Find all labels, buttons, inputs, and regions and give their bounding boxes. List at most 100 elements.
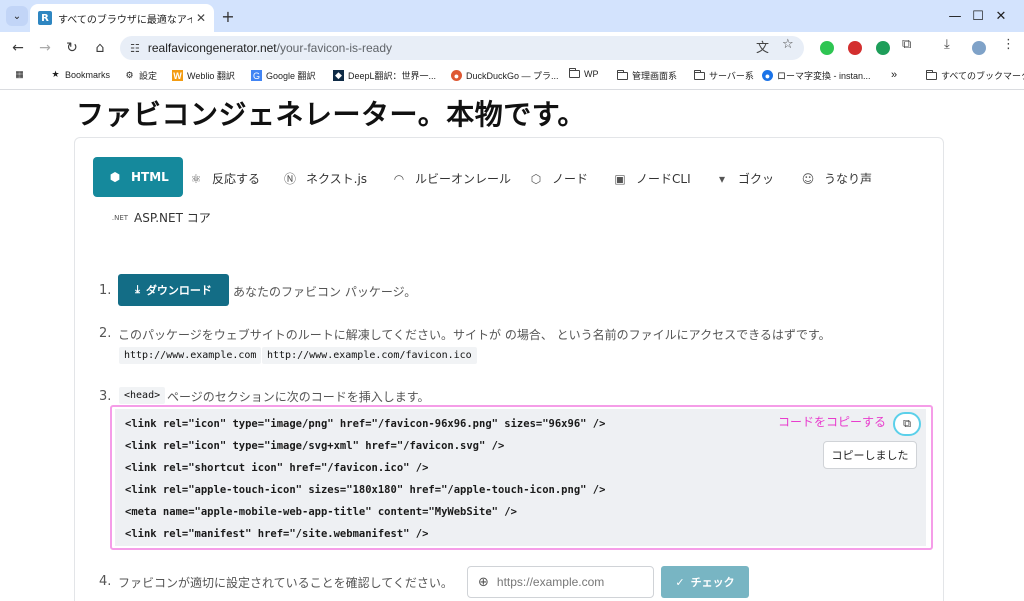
head-tag-code: <head> — [119, 387, 166, 404]
browser-tab[interactable]: R すべてのブラウザに最適なアイコンを ✕ — [30, 4, 214, 32]
copy-icon: ⧉ — [903, 417, 911, 430]
html5-icon: ⬢ — [109, 170, 121, 184]
back-button[interactable]: ← — [8, 38, 28, 58]
tab-gulp[interactable]: ▾ ゴクッ — [714, 170, 774, 187]
tab-node-cli[interactable]: ▣ ノードCLI — [612, 170, 690, 187]
step-4-text: ファビコンが適切に設定されていることを確認してください。 — [118, 576, 453, 590]
tab-aspnet[interactable]: .NET ASP.NET コア — [110, 209, 211, 226]
step-2-number: 2. — [99, 326, 112, 341]
bookmark-item[interactable]: ● ローマ字変換 - instan... — [762, 69, 871, 82]
step-4-number: 4. — [99, 574, 112, 589]
step-3-text: ページのセクションに次のコードを挿入します。 — [167, 390, 430, 404]
romaji-icon: ● — [762, 70, 773, 81]
bookmarks-bar: ▦ ★ Bookmarks ⚙ 設定 W Weblio 翻訳 G Google 翻訳 ◆… — [0, 64, 1024, 90]
bookmark-item[interactable]: ● DuckDuckGo — プラ... — [451, 69, 559, 82]
all-bookmarks-folder[interactable]: すべてのブックマーク — [926, 69, 1024, 82]
translate-icon[interactable]: 文 — [756, 37, 769, 56]
url-text: realfavicongenerator.net/your-favicon-is… — [148, 41, 392, 55]
copy-annotation: コードをコピーする — [778, 415, 887, 429]
dotnet-icon: .NET — [111, 213, 129, 222]
example-url-code: http://www.example.com — [119, 347, 262, 364]
title-bar: ⌄ R すべてのブラウザに最適なアイコンを ✕ + — ☐ ✕ — [0, 0, 1024, 32]
step-3-number: 3. — [99, 389, 112, 404]
tab-react[interactable]: ⚛ 反応する — [188, 170, 260, 187]
bookmark-item[interactable]: ◆ DeepL翻訳：世界一... — [333, 69, 436, 82]
code-line: <link rel="icon" type="image/png" href="… — [125, 418, 606, 430]
gulp-icon: ▾ — [718, 171, 726, 186]
deepl-icon: ◆ — [333, 70, 344, 81]
tab-favicon-icon: R — [38, 11, 52, 25]
tab-grunt[interactable]: ☺ うなり声 — [800, 170, 872, 187]
url-domain: realfavicongenerator.net — [147, 41, 277, 55]
bookmark-item[interactable]: G Google 翻訳 — [251, 69, 316, 82]
code-line: <meta name="apple-mobile-web-app-title" … — [125, 506, 517, 518]
gear-icon: ⚙ — [125, 70, 134, 80]
download-icon[interactable]: ⤓ — [944, 37, 950, 52]
tab-rails[interactable]: ◠ ルビーオンレール — [391, 170, 511, 187]
profile-avatar-icon[interactable] — [972, 41, 986, 55]
download-icon: ⤓ — [135, 283, 140, 296]
bookmark-folder[interactable]: WP — [569, 68, 599, 79]
code-line: <link rel="apple-touch-icon" sizes="180x… — [125, 484, 606, 496]
page-content: ファビコンジェネレーター。本物です。 ⬢ HTML ⚛ 反応する Ⓝ ネクスト.js … — [0, 91, 1024, 601]
forward-button[interactable]: → — [35, 38, 55, 58]
green-extension-icon[interactable] — [876, 41, 890, 55]
download-button[interactable]: ⤓ ダウンロード — [118, 274, 229, 306]
tab-nextjs[interactable]: Ⓝ ネクスト.js — [282, 170, 367, 187]
menu-kebab-icon[interactable]: ⋮ — [1002, 37, 1015, 52]
bookmark-folder[interactable]: サーバー系 — [694, 69, 754, 82]
home-button[interactable]: ⌂ — [90, 38, 110, 58]
tab-title: すべてのブラウザに最適なアイコンを — [58, 14, 192, 26]
line-extension-icon[interactable] — [820, 41, 834, 55]
step-2-text: このパッケージをウェブサイトのルートに解凍してください。サイトが の場合、 とい… — [118, 328, 831, 342]
nextjs-icon: Ⓝ — [283, 172, 296, 186]
bookmarks-overflow-button[interactable]: » — [891, 69, 897, 81]
url-path: /your-favicon-is-ready — [276, 41, 393, 55]
folder-icon — [926, 69, 937, 80]
address-bar[interactable]: ☷ realfavicongenerator.net/your-favicon-… — [120, 36, 804, 60]
folder-icon — [694, 69, 705, 80]
tab-search-button[interactable]: ⌄ — [6, 6, 28, 26]
red-extension-icon[interactable] — [848, 41, 862, 55]
globe-icon: ⊕ — [478, 574, 489, 590]
bookmark-star-icon[interactable]: ☆ — [782, 37, 794, 52]
tab-html[interactable]: ⬢ HTML — [93, 157, 183, 197]
react-icon: ⚛ — [190, 171, 202, 186]
bookmark-item[interactable]: ⚙ 設定 — [124, 69, 157, 82]
close-tab-icon[interactable]: ✕ — [196, 11, 206, 25]
check-url-field[interactable]: ⊕ — [467, 566, 654, 598]
bookmark-folder[interactable]: 管理画面系 — [617, 69, 677, 82]
nodejs-icon: ⬡ — [530, 171, 542, 186]
example-favicon-url-code: http://www.example.com/favicon.ico — [262, 347, 477, 364]
step-1-text: あなたのファビコン パッケージ。 — [233, 285, 417, 299]
apps-icon[interactable]: ▦ — [14, 69, 29, 80]
page-title: ファビコンジェネレーター。本物です。 — [76, 98, 586, 131]
folder-icon — [617, 69, 628, 80]
browser-toolbar: ← → ↻ ⌂ ☷ realfavicongenerator.net/your-… — [0, 32, 1024, 64]
folder-icon — [569, 68, 580, 78]
copy-code-button[interactable]: ⧉ — [893, 412, 921, 436]
code-line: <link rel="icon" type="image/svg+xml" hr… — [125, 440, 505, 452]
code-line: <link rel="manifest" href="/site.webmani… — [125, 528, 429, 540]
checkmark-icon: ✓ — [675, 575, 685, 589]
terminal-icon: ▣ — [614, 171, 626, 186]
extensions-icon[interactable]: ⧉ — [902, 37, 911, 52]
weblio-icon: W — [172, 70, 183, 81]
code-line: <link rel="shortcut icon" href="/favicon… — [125, 462, 429, 474]
bookmark-item[interactable]: ★ Bookmarks — [50, 69, 110, 80]
translate-icon: G — [251, 70, 262, 81]
reload-button[interactable]: ↻ — [62, 38, 82, 58]
site-info-icon[interactable]: ☷ — [130, 42, 140, 55]
tab-node[interactable]: ⬡ ノード — [528, 170, 588, 187]
copied-tooltip: コピーしました — [823, 441, 917, 469]
check-url-input[interactable] — [496, 575, 637, 589]
new-tab-button[interactable]: + — [218, 6, 238, 26]
close-window-button[interactable]: ✕ — [978, 0, 1024, 32]
star-icon: ★ — [51, 69, 60, 79]
bookmark-item[interactable]: W Weblio 翻訳 — [172, 69, 235, 82]
grunt-icon: ☺ — [801, 171, 815, 186]
duckduckgo-icon: ● — [451, 70, 462, 81]
step-1-number: 1. — [99, 283, 112, 298]
check-button[interactable]: ✓ チェック — [661, 566, 749, 598]
rails-icon: ◠ — [393, 171, 405, 186]
